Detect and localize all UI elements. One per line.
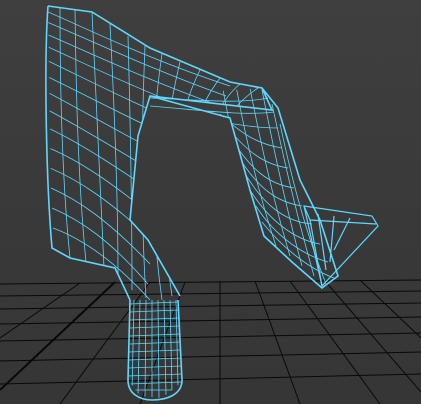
thigh-mesh	[48, 6, 259, 300]
foot-mesh	[128, 300, 182, 398]
viewport-scene[interactable]	[0, 0, 421, 404]
shin-mesh	[150, 88, 335, 285]
shin-outline	[149, 87, 339, 290]
thigh-outline	[45, 5, 274, 301]
ground-grid	[0, 279, 421, 404]
toe-wedge-mesh	[303, 205, 379, 288]
3d-viewport[interactable]	[0, 0, 421, 404]
